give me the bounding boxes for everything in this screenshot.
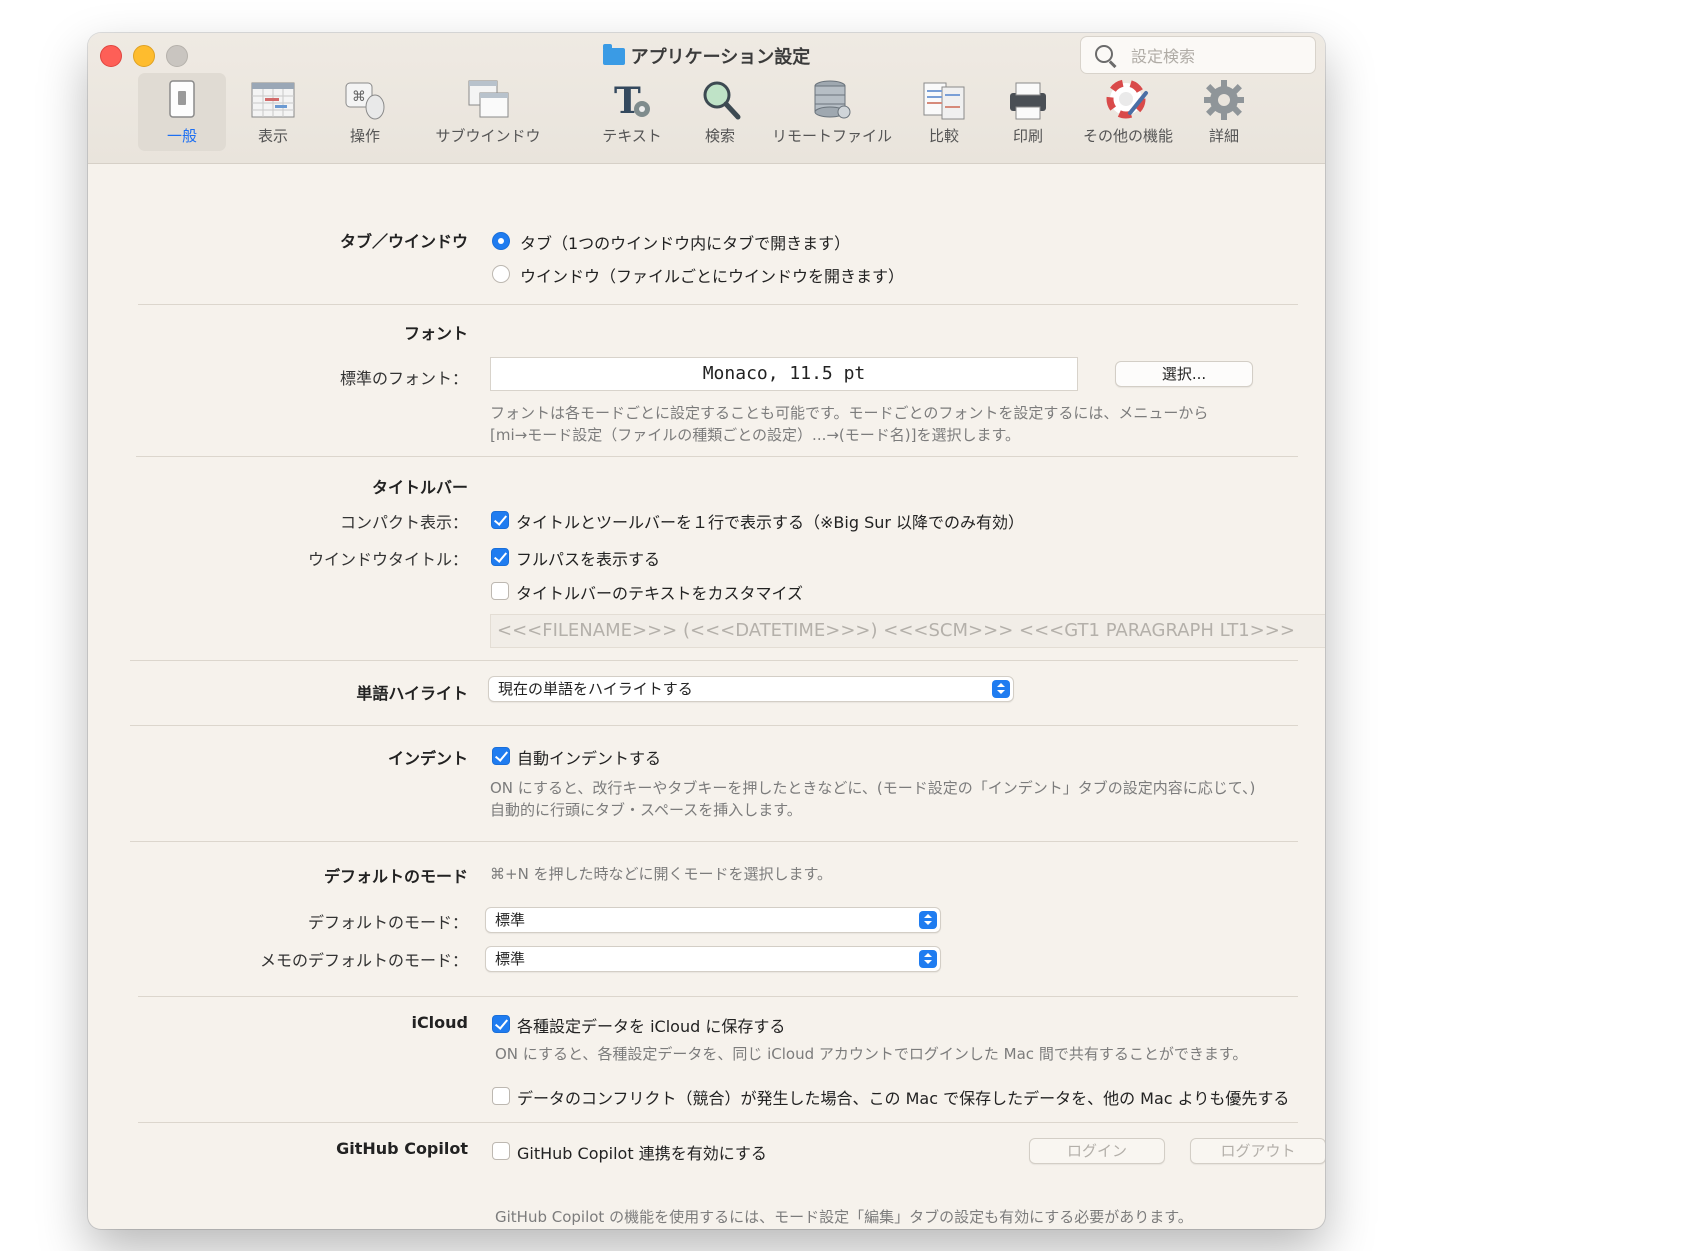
icloud-section-label: iCloud [411, 1013, 468, 1032]
keyboard-mouse-icon: ⌘ [343, 79, 387, 121]
word-highlight-value: 現在の単語をハイライトする [498, 680, 693, 698]
gear-icon [1202, 79, 1246, 121]
divider [136, 456, 1298, 457]
compare-documents-icon [922, 79, 966, 121]
icloud-note: ON にすると、各種設定データを、同じ iCloud アカウントでログインした … [495, 1045, 1248, 1063]
copilot-login-button[interactable]: ログイン [1029, 1138, 1165, 1164]
compact-display-checkbox[interactable] [491, 511, 509, 529]
default-mode-label: デフォルトのモード： [307, 913, 468, 932]
window-title-label: ウインドウタイトル： [307, 550, 468, 569]
switch-icon [160, 79, 204, 121]
preferences-window: アプリケーション設定 一般 表示 ⌘ 操作 [88, 33, 1325, 1229]
chevron-updown-icon [919, 911, 937, 929]
memo-default-mode-select[interactable]: 標準 [485, 946, 941, 972]
tab-subwindow[interactable]: サブウインドウ [413, 73, 563, 151]
divider [138, 996, 1298, 997]
copilot-note: GitHub Copilot の機能を使用するには、モード設定「編集」タブの設定… [495, 1208, 1193, 1226]
default-mode-value: 標準 [495, 911, 526, 929]
icloud-save-checkbox[interactable] [492, 1015, 510, 1033]
database-icon [810, 79, 854, 121]
divider [130, 725, 1298, 726]
indent-note-line2: 自動的に行頭にタブ・スペースを挿入します。 [490, 801, 802, 819]
tab-display[interactable]: 表示 [228, 73, 318, 151]
icloud-conflict-option-label: データのコンフリクト（競合）が発生した場合、この Mac で保存したデータを、他… [517, 1089, 1290, 1108]
icloud-save-option-label: 各種設定データを iCloud に保存する [517, 1017, 786, 1036]
compact-display-option-label: タイトルとツールバーを１行で表示する（※Big Sur 以降でのみ有効） [516, 513, 1025, 532]
auto-indent-option-label: 自動インデントする [517, 749, 662, 768]
auto-indent-checkbox[interactable] [492, 747, 510, 765]
font-note-line1: フォントは各モードごとに設定することも可能です。モードごとのフォントを設定するに… [490, 404, 1209, 422]
tab-search[interactable]: 検索 [680, 73, 760, 151]
divider [130, 841, 1298, 842]
tab-print[interactable]: 印刷 [988, 73, 1068, 151]
word-highlight-select[interactable]: 現在の単語をハイライトする [488, 676, 1014, 702]
windows-icon [466, 79, 510, 121]
titlebar-template-field: <<<FILENAME>>> (<<<DATETIME>>>) <<<SCM>>… [490, 614, 1325, 648]
show-fullpath-checkbox[interactable] [491, 548, 509, 566]
tab-compare[interactable]: 比較 [904, 73, 984, 151]
copilot-enable-checkbox[interactable] [492, 1142, 510, 1160]
indent-section-label: インデント [387, 749, 468, 768]
memo-default-mode-value: 標準 [495, 950, 526, 968]
indent-note-line1: ON にすると、改行キーやタブキーを押したときなどに、(モード設定の「インデント… [490, 779, 1256, 797]
text-gear-icon: T [610, 79, 654, 122]
icloud-conflict-checkbox[interactable] [492, 1087, 510, 1105]
divider [138, 304, 1298, 305]
tab-other-features[interactable]: その他の機能 [1066, 73, 1190, 151]
copilot-enable-option-label: GitHub Copilot 連携を有効にする [517, 1144, 767, 1163]
chevron-updown-icon [992, 680, 1010, 698]
word-highlight-section-label: 単語ハイライト [356, 684, 468, 703]
default-mode-section-label: デフォルトのモード [323, 867, 468, 886]
titlebar: アプリケーション設定 一般 表示 ⌘ 操作 [88, 33, 1325, 164]
customize-titlebar-option-label: タイトルバーのテキストをカスタマイズ [516, 584, 804, 603]
tab-advanced[interactable]: 詳細 [1188, 73, 1260, 151]
font-section-label: フォント [403, 324, 468, 343]
default-mode-select[interactable]: 標準 [485, 907, 941, 933]
tab-window-section-label: タブ／ウインドウ [339, 232, 468, 251]
magnifier-icon [698, 79, 742, 121]
tab-text[interactable]: T テキスト [586, 73, 678, 151]
divider [130, 660, 1298, 661]
memo-default-mode-label: メモのデフォルトのモード： [259, 951, 468, 970]
folder-icon [602, 44, 625, 65]
customize-titlebar-checkbox[interactable] [491, 582, 509, 600]
font-note-line2: [mi→モード設定（ファイルの種類ごとの設定）...→(モード名)]を選択します… [490, 426, 1020, 444]
search-input[interactable] [1129, 42, 1309, 70]
show-fullpath-option-label: フルパスを表示する [516, 550, 661, 569]
settings-search[interactable] [1080, 36, 1316, 74]
radio-open-in-tabs[interactable] [492, 232, 510, 250]
radio-open-in-windows-label: ウインドウ（ファイルごとにウインドウを開きます） [520, 267, 905, 286]
tab-general[interactable]: 一般 [138, 73, 226, 151]
select-font-button[interactable]: 選択... [1115, 361, 1253, 387]
tab-remote-file[interactable]: リモートファイル [760, 73, 904, 151]
titlebar-section-label: タイトルバー [371, 478, 468, 497]
printer-icon [1006, 79, 1050, 121]
radio-open-in-tabs-label: タブ（1つのウインドウ内にタブで開きます） [520, 234, 851, 253]
copilot-logout-button[interactable]: ログアウト [1190, 1138, 1325, 1164]
svg-text:⌘: ⌘ [352, 89, 366, 105]
standard-font-label: 標準のフォント： [339, 369, 468, 388]
radio-open-in-windows[interactable] [492, 265, 510, 283]
copilot-section-label: GitHub Copilot [336, 1139, 468, 1158]
divider [138, 1122, 1298, 1123]
calendar-grid-icon [251, 79, 295, 121]
compact-display-label: コンパクト表示： [339, 513, 468, 532]
search-icon [1095, 45, 1113, 63]
chevron-updown-icon [919, 950, 937, 968]
default-mode-note: ⌘+N を押した時などに開くモードを選択します。 [490, 865, 833, 883]
lifebuoy-icon [1106, 79, 1150, 121]
standard-font-field: Monaco, 11.5 pt [490, 357, 1078, 391]
tab-operation[interactable]: ⌘ 操作 [320, 73, 410, 151]
